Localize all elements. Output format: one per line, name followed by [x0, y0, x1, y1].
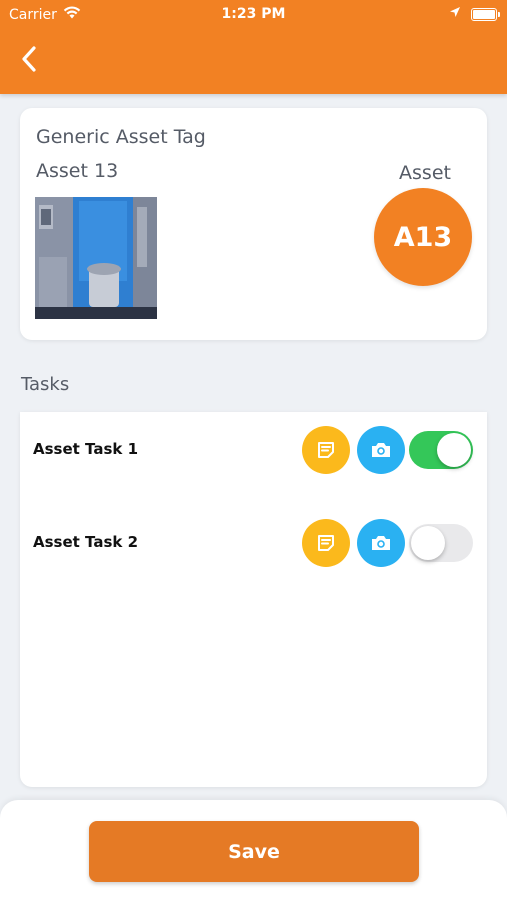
add-note-button[interactable] — [302, 426, 350, 474]
asset-card: Generic Asset Tag Asset 13 Asset A13 — [20, 108, 487, 340]
status-right — [449, 6, 500, 22]
task-label: Asset Task 1 — [33, 440, 139, 458]
task-row: Asset Task 2 — [20, 513, 487, 573]
location-arrow-icon — [449, 6, 461, 22]
back-button[interactable] — [14, 42, 44, 76]
tasks-section-title: Tasks — [21, 374, 70, 395]
camera-icon — [372, 443, 390, 457]
asset-name: Asset 13 — [36, 160, 119, 182]
task-label: Asset Task 2 — [33, 533, 139, 551]
tasks-card: Asset Task 1 Asset Task 2 — [20, 412, 487, 787]
camera-icon — [372, 536, 390, 550]
status-time: 1:23 PM — [221, 6, 286, 22]
save-button[interactable]: Save — [89, 821, 419, 882]
asset-badge: A13 — [374, 188, 472, 286]
toggle-knob — [437, 433, 471, 467]
toggle-knob — [411, 526, 445, 560]
asset-type-label: Asset — [399, 162, 451, 184]
task-row: Asset Task 1 — [20, 420, 487, 480]
footer-bar: Save — [0, 800, 507, 900]
chevron-left-icon — [22, 46, 36, 72]
add-note-button[interactable] — [302, 519, 350, 567]
note-icon — [318, 442, 334, 458]
asset-tag-title: Generic Asset Tag — [36, 126, 206, 148]
task-complete-toggle[interactable] — [409, 431, 473, 469]
header-bar: Carrier 1:23 PM — [0, 0, 507, 94]
note-icon — [318, 535, 334, 551]
add-photo-button[interactable] — [357, 426, 405, 474]
status-bar: Carrier 1:23 PM — [0, 0, 507, 28]
asset-photo[interactable] — [35, 197, 157, 319]
task-complete-toggle[interactable] — [409, 524, 473, 562]
battery-icon — [471, 7, 500, 21]
add-photo-button[interactable] — [357, 519, 405, 567]
